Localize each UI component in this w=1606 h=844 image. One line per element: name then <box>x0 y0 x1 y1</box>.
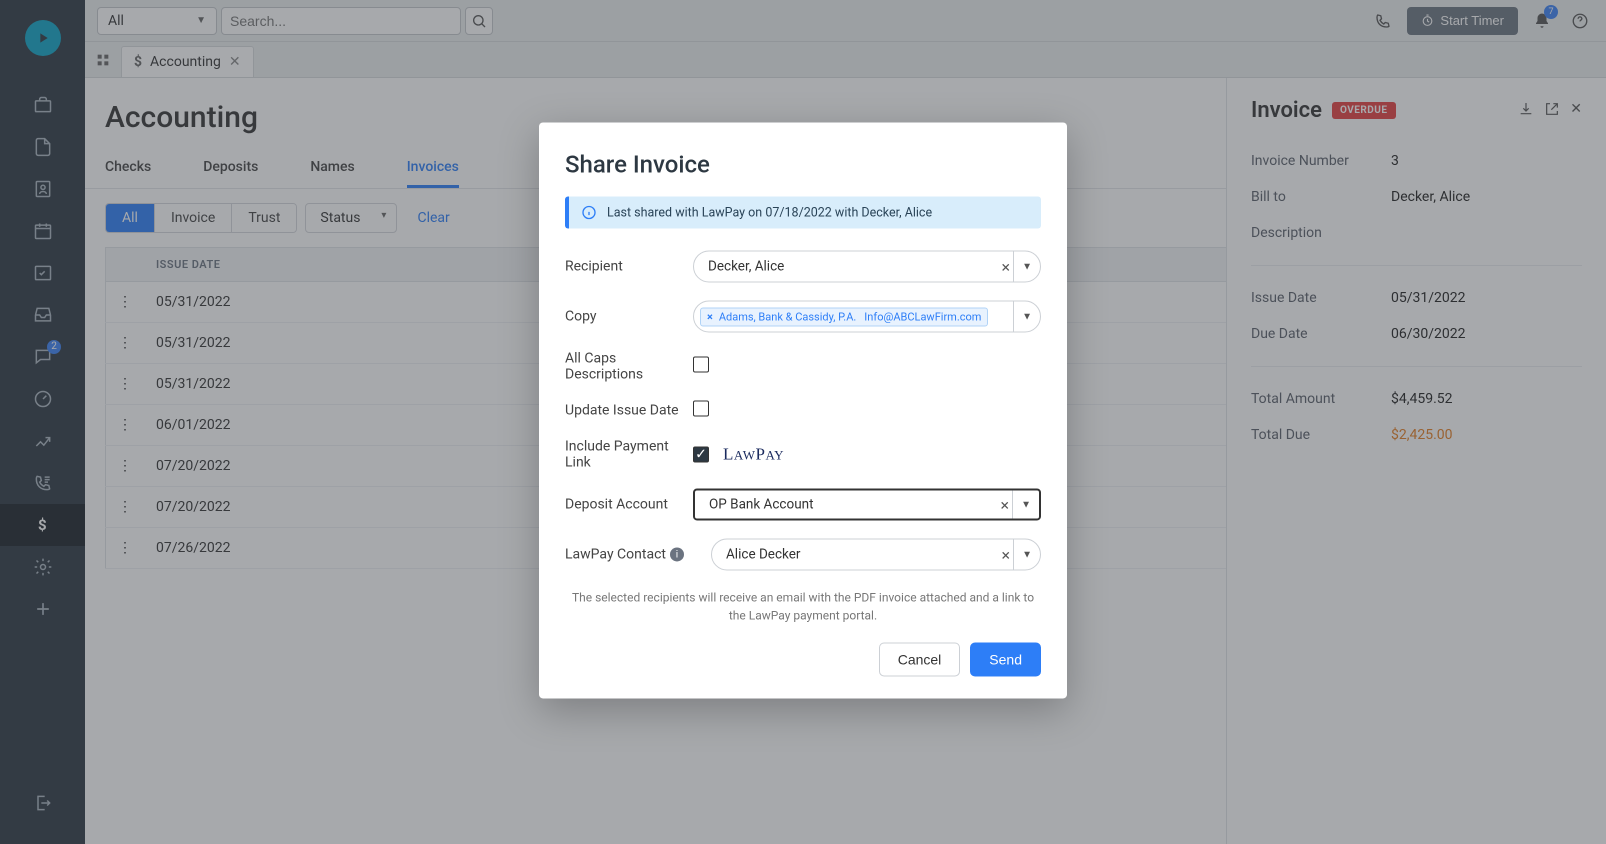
share-invoice-modal: Share Invoice Last shared with LawPay on… <box>539 122 1067 698</box>
recipient-clear[interactable]: × <box>1001 257 1010 276</box>
label-recipient: Recipient <box>565 258 693 274</box>
send-button[interactable]: Send <box>970 642 1041 676</box>
lawpay-contact-clear[interactable]: × <box>1001 545 1010 564</box>
info-banner: Last shared with LawPay on 07/18/2022 wi… <box>565 196 1041 228</box>
copy-tag: × Adams, Bank & Cassidy, P.A. Info@ABCLa… <box>700 307 988 326</box>
label-payment-link: Include Payment Link <box>565 438 693 470</box>
chevron-down-icon[interactable]: ▼ <box>1012 490 1031 518</box>
copy-multiselect[interactable]: × Adams, Bank & Cassidy, P.A. Info@ABCLa… <box>693 300 1041 332</box>
info-icon[interactable]: i <box>670 547 684 561</box>
update-date-checkbox[interactable] <box>693 400 709 416</box>
label-deposit: Deposit Account <box>565 496 693 512</box>
cancel-button[interactable]: Cancel <box>879 642 961 676</box>
info-banner-text: Last shared with LawPay on 07/18/2022 wi… <box>607 205 932 220</box>
deposit-clear[interactable]: × <box>1000 495 1009 514</box>
label-copy: Copy <box>565 308 693 324</box>
label-update-date: Update Issue Date <box>565 402 693 418</box>
lawpay-contact-value: Alice Decker <box>726 546 800 562</box>
deposit-value: OP Bank Account <box>709 496 814 512</box>
recipient-select[interactable]: Decker, Alice × ▼ <box>693 250 1041 282</box>
recipient-value: Decker, Alice <box>708 258 784 274</box>
chevron-down-icon[interactable]: ▼ <box>1013 301 1032 331</box>
modal-hint: The selected recipients will receive an … <box>565 588 1041 624</box>
lawpay-logo: LAWPAY <box>723 444 784 464</box>
lawpay-contact-select[interactable]: Alice Decker × ▼ <box>711 538 1041 570</box>
copy-tag-email: Info@ABCLawFirm.com <box>864 310 981 323</box>
copy-tag-remove[interactable]: × <box>707 310 713 323</box>
payment-link-checkbox[interactable]: ✓ <box>693 446 709 462</box>
label-lawpay-contact: LawPay Contact i <box>565 546 693 562</box>
copy-tag-name: Adams, Bank & Cassidy, P.A. <box>719 310 856 323</box>
chevron-down-icon[interactable]: ▼ <box>1013 539 1032 569</box>
deposit-account-select[interactable]: OP Bank Account × ▼ <box>693 488 1041 520</box>
chevron-down-icon[interactable]: ▼ <box>1013 251 1032 281</box>
modal-title: Share Invoice <box>565 150 1041 178</box>
label-allcaps: All Caps Descriptions <box>565 350 693 382</box>
allcaps-checkbox[interactable] <box>693 356 709 372</box>
